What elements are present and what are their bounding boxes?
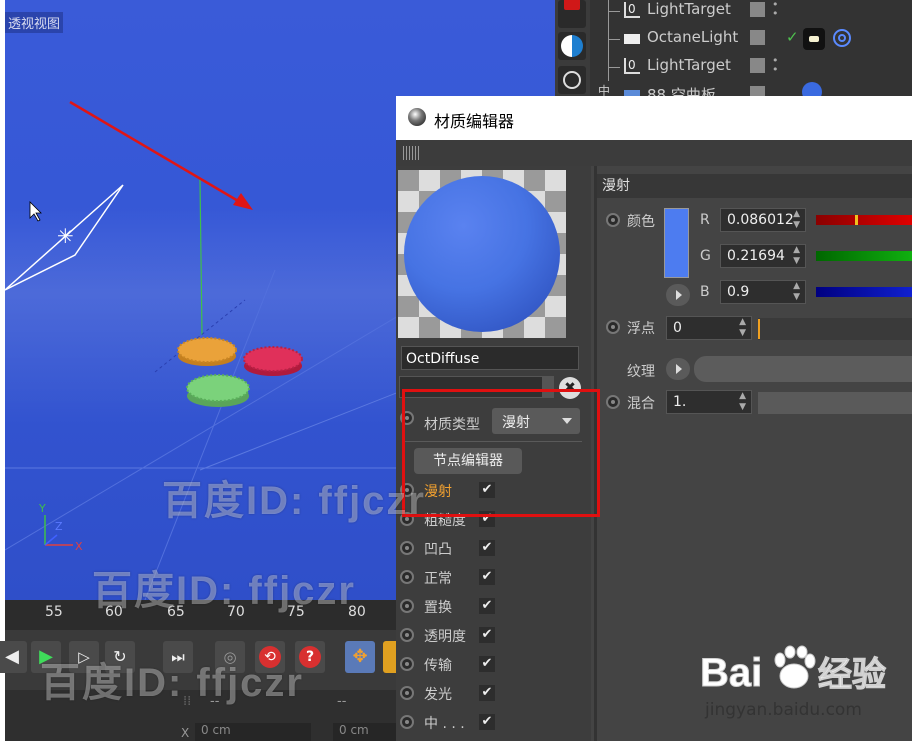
- mix-value-field[interactable]: 1. ▲ ▼: [666, 390, 752, 414]
- g-value-field[interactable]: 0.21694 ▲ ▼: [720, 244, 806, 268]
- material-preview[interactable]: [398, 170, 566, 338]
- baidu-jingyan-logo: Bai 经验: [700, 640, 905, 700]
- light-target-icon: 0: [624, 58, 640, 74]
- timeline-tick: 55: [45, 604, 63, 620]
- target-icon[interactable]: [558, 66, 586, 94]
- watermark-text: 百度ID: ffjczr: [162, 479, 426, 523]
- svg-text:Y: Y: [38, 502, 46, 515]
- annotation-arrow: [69, 100, 246, 207]
- light-star-icon: ✳: [57, 224, 74, 248]
- y-axis-line: [199, 179, 203, 336]
- svg-text:Z: Z: [55, 520, 63, 533]
- gizmo-z: [44, 534, 58, 546]
- toolbar: [396, 140, 912, 166]
- watermark-text: 百度ID: ffjczr: [40, 661, 304, 705]
- annotation-highlight-box: [402, 389, 600, 517]
- float-radio[interactable]: [606, 320, 620, 334]
- channel-checkbox[interactable]: ✔: [479, 685, 495, 701]
- mix-radio[interactable]: [606, 395, 620, 409]
- object-row[interactable]: 0 LightTarget • •: [590, 53, 912, 81]
- object-row[interactable]: OctaneLight ✓: [590, 25, 912, 53]
- preview-sphere: [404, 176, 560, 332]
- section-header: 漫射: [597, 174, 912, 198]
- object-row[interactable]: 0 LightTarget • •: [590, 0, 912, 25]
- object-manager: 0 LightTarget • • OctaneLight ✓ 0 LightTa…: [590, 0, 912, 104]
- svg-text:Bai: Bai: [700, 651, 762, 695]
- tool-icon-strip: [555, 0, 590, 100]
- title-bar[interactable]: 材质编辑器: [396, 96, 912, 140]
- mouse-cursor-icon: [29, 201, 42, 222]
- octane-light-icon: [624, 34, 640, 44]
- contrast-icon[interactable]: [558, 32, 586, 60]
- b-value-field[interactable]: 0.9 ▲ ▼: [720, 280, 806, 304]
- mix-label: 混合: [627, 396, 655, 412]
- light-target-icon: 0: [624, 2, 640, 18]
- texture-slot[interactable]: [694, 356, 912, 382]
- light-tool-icon[interactable]: [558, 0, 586, 28]
- color-radio[interactable]: [606, 213, 620, 227]
- prev-frame-button[interactable]: ◀: [0, 641, 27, 673]
- window-title: 材质编辑器: [434, 112, 515, 131]
- cinema4d-icon: [408, 108, 426, 126]
- annotation-arrowhead: [233, 193, 253, 210]
- float-value-field[interactable]: 0 ▲ ▼: [666, 316, 752, 340]
- channel-checkbox[interactable]: ✔: [479, 598, 495, 614]
- watermark-text: 百度ID: ffjczr: [92, 569, 356, 613]
- svg-text:X: X: [75, 540, 83, 553]
- baidu-url: jingyan.baidu.com: [705, 700, 862, 720]
- svg-text:经验: 经验: [818, 655, 886, 695]
- mix-slider[interactable]: [758, 392, 912, 414]
- float-slider[interactable]: [758, 318, 912, 340]
- g-slider[interactable]: [816, 251, 912, 261]
- material-name-field[interactable]: OctDiffuse: [401, 346, 579, 370]
- r-value-field[interactable]: 0.086012 ▲ ▼: [720, 208, 806, 232]
- octane-tag-icon[interactable]: [803, 28, 825, 50]
- channel-checkbox[interactable]: ✔: [479, 714, 495, 730]
- color-swatch[interactable]: [664, 208, 689, 278]
- target-tag-icon[interactable]: [833, 29, 851, 47]
- channel-checkbox[interactable]: ✔: [479, 656, 495, 672]
- enabled-check-icon: ✓: [786, 28, 799, 46]
- channel-checkbox[interactable]: ✔: [479, 627, 495, 643]
- channel-checkbox[interactable]: ✔: [479, 569, 495, 585]
- float-label: 浮点: [627, 321, 655, 337]
- channel-checkbox[interactable]: ✔: [479, 540, 495, 556]
- texture-expand-button[interactable]: [666, 358, 690, 380]
- texture-label: 纹理: [627, 364, 655, 380]
- r-slider[interactable]: [816, 215, 912, 225]
- grid-line: [144, 269, 276, 600]
- grip-icon[interactable]: [403, 146, 419, 160]
- coord-x-field[interactable]: 0 cm: [195, 723, 311, 741]
- b-slider[interactable]: [816, 287, 912, 297]
- move-tool-icon[interactable]: ✥: [345, 641, 375, 673]
- color-label: 颜色: [627, 214, 655, 230]
- expand-color-button[interactable]: [666, 284, 690, 306]
